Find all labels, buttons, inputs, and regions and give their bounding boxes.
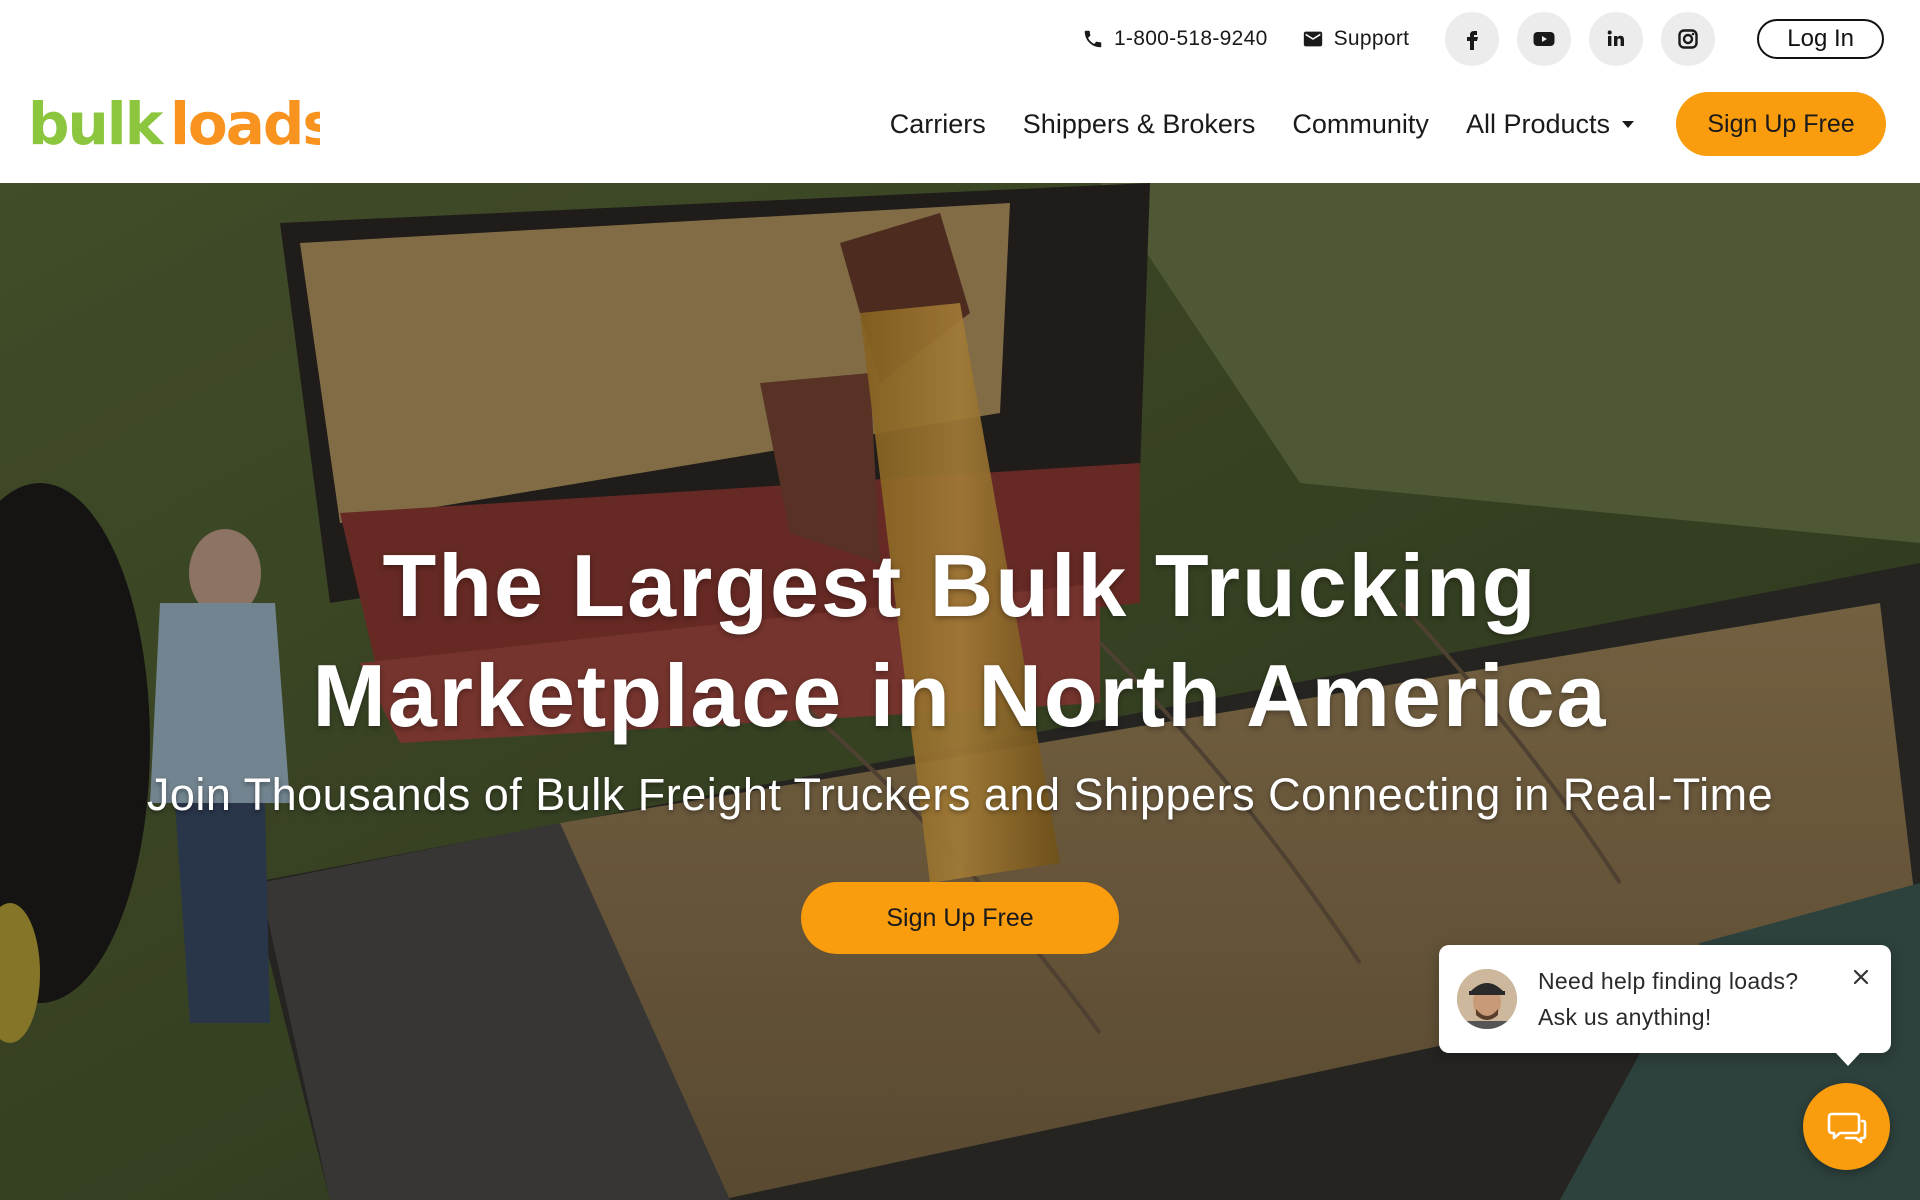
agent-photo xyxy=(1457,969,1517,1029)
login-button[interactable]: Log In xyxy=(1757,19,1884,59)
chat-prompt-text: Need help finding loads? Ask us anything… xyxy=(1538,963,1798,1035)
phone-link[interactable]: 1-800-518-9240 xyxy=(1082,27,1268,51)
facebook-icon xyxy=(1467,31,1479,50)
facebook-link[interactable] xyxy=(1445,12,1500,66)
hero-title: The Largest Bulk Trucking Marketplace in… xyxy=(0,531,1920,751)
svg-text:bulk: bulk xyxy=(28,96,165,152)
bulkloads-logo[interactable]: bulk loads xyxy=(28,90,337,158)
logo-wordmark: bulk loads xyxy=(28,90,337,158)
chat-prompt-line2: Ask us anything! xyxy=(1538,1004,1712,1030)
signup-button-hero[interactable]: Sign Up Free xyxy=(801,882,1119,954)
hero-subtitle: Join Thousands of Bulk Freight Truckers … xyxy=(146,769,1774,820)
linkedin-icon xyxy=(1607,30,1625,46)
nav-shippers-brokers[interactable]: Shippers & Brokers xyxy=(1023,109,1256,140)
top-bar: 1-800-518-9240 Support Log In xyxy=(1082,12,1884,66)
youtube-link[interactable] xyxy=(1517,12,1572,66)
caret-down-icon xyxy=(1622,120,1634,128)
main-nav: Carriers Shippers & Brokers Community Al… xyxy=(890,92,1886,156)
phone-icon xyxy=(1084,30,1102,48)
social-links xyxy=(1445,12,1716,66)
nav-all-products[interactable]: All Products xyxy=(1466,109,1634,140)
youtube-icon xyxy=(1533,32,1555,46)
chat-prompt-bubble[interactable]: Need help finding loads? Ask us anything… xyxy=(1439,945,1891,1066)
chat-prompt-line1: Need help finding loads? xyxy=(1538,968,1799,994)
site-header: 1-800-518-9240 Support Log In bulk loads xyxy=(0,0,1920,183)
hero-title-line1: The Largest Bulk Trucking xyxy=(382,536,1538,635)
nav-carriers[interactable]: Carriers xyxy=(890,109,986,140)
mail-icon xyxy=(1303,31,1322,47)
agent-avatar xyxy=(1457,969,1517,1029)
linkedin-link[interactable] xyxy=(1589,12,1644,66)
instagram-icon xyxy=(1678,29,1698,49)
nav-all-products-label: All Products xyxy=(1465,108,1610,139)
support-link[interactable]: Support xyxy=(1302,27,1410,51)
chat-launcher-button[interactable] xyxy=(1803,1083,1890,1170)
signup-button-header[interactable]: Sign Up Free xyxy=(1676,92,1886,156)
phone-number: 1-800-518-9240 xyxy=(1113,27,1268,50)
instagram-link[interactable] xyxy=(1661,12,1716,66)
support-label: Support xyxy=(1333,27,1410,50)
hero-title-line2: Marketplace in North America xyxy=(312,646,1608,745)
close-icon[interactable] xyxy=(1849,965,1873,989)
svg-text:loads: loads xyxy=(170,96,320,152)
chat-icon xyxy=(1827,1112,1866,1143)
nav-community[interactable]: Community xyxy=(1292,109,1429,140)
